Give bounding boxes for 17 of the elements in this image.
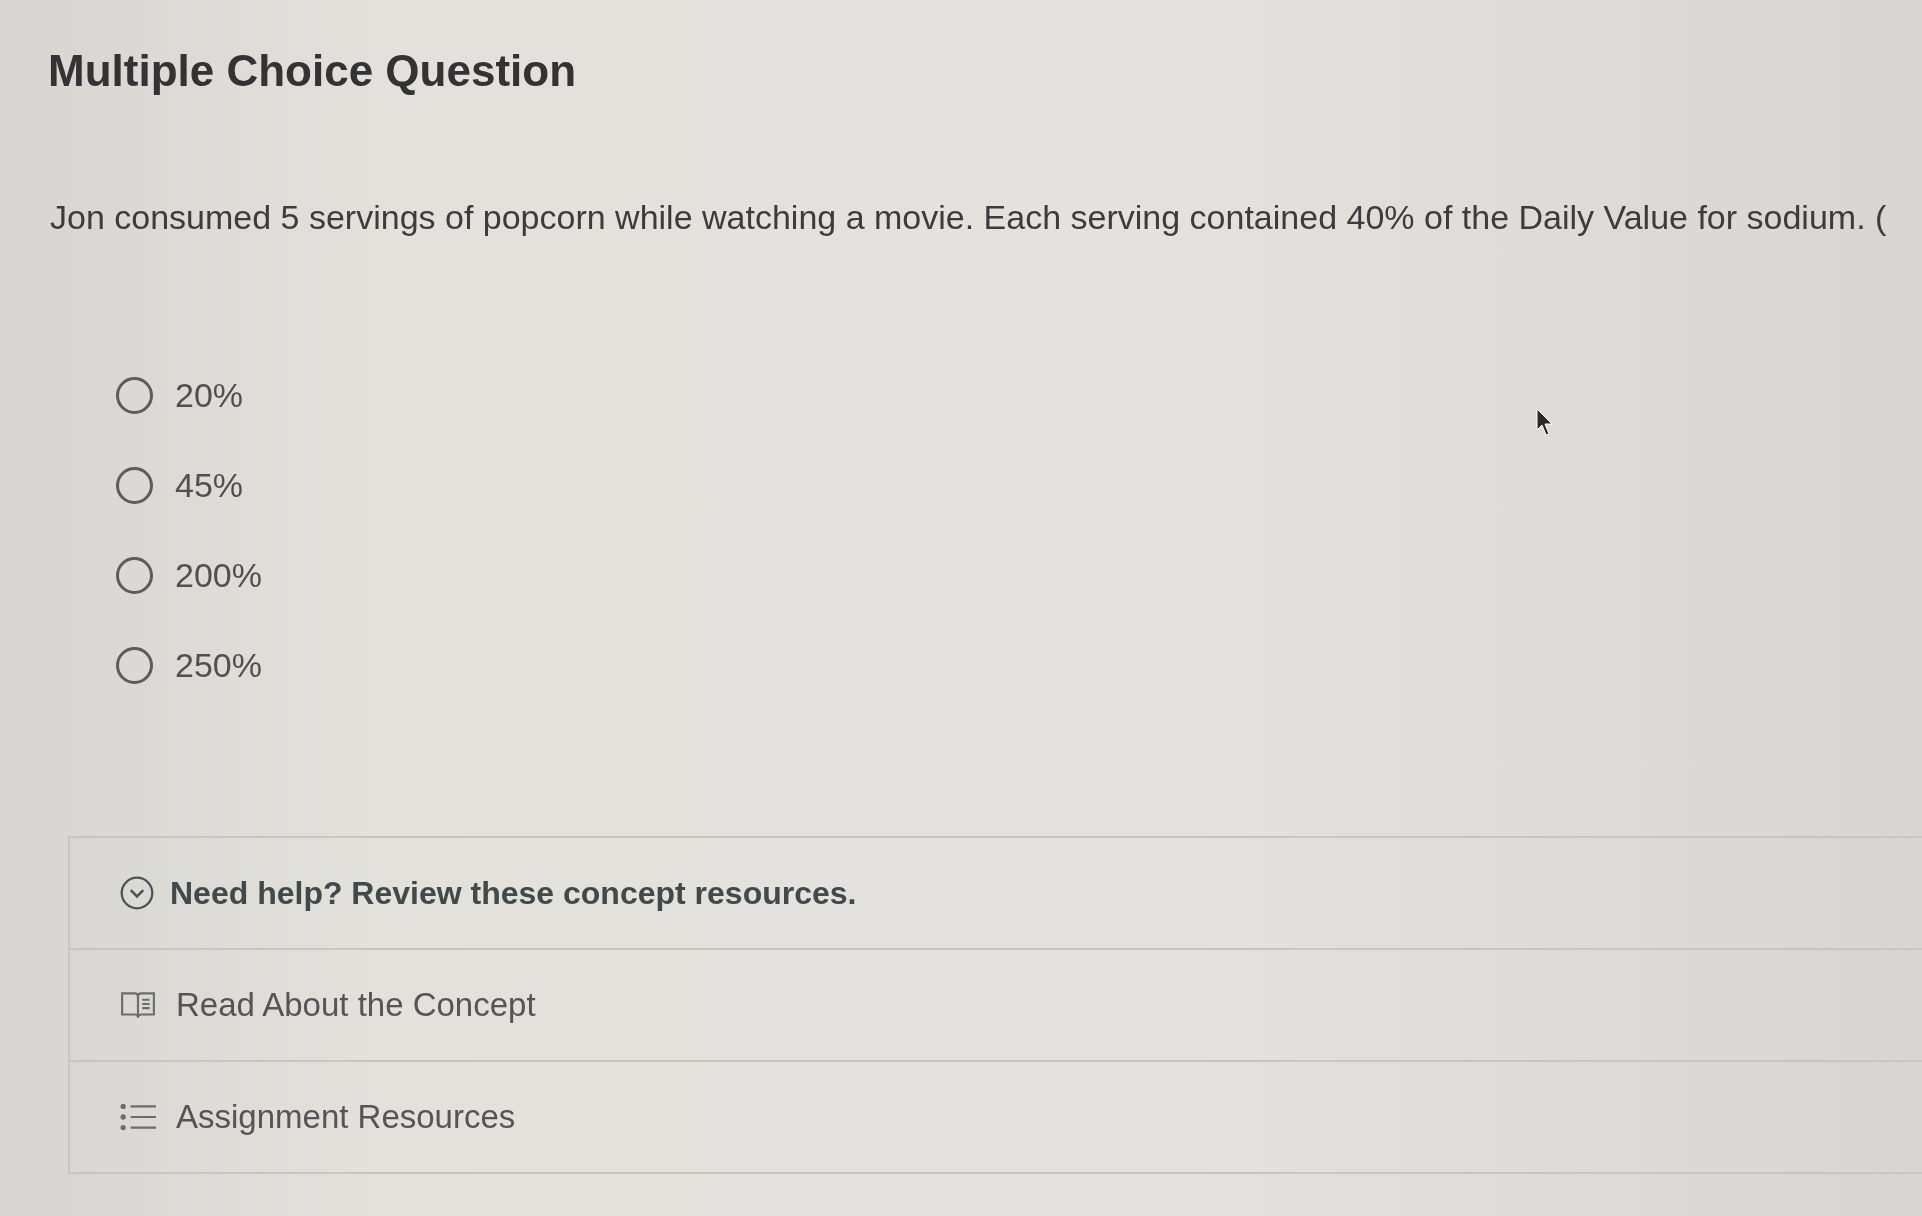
radio-button[interactable] xyxy=(116,466,153,504)
answer-option[interactable]: 200% xyxy=(175,554,262,596)
answer-option[interactable]: 45% xyxy=(175,464,244,506)
radio-button[interactable] xyxy=(116,646,153,684)
resource-link[interactable]: Read About the Concept xyxy=(120,986,536,1024)
answer-option[interactable]: 250% xyxy=(175,644,262,686)
answer-option[interactable]: 20% xyxy=(175,374,244,416)
question-text: Jon consumed 5 servings of popcorn while watching a movie. Each serving contained 40% of the Daily Value for sodium. ( xyxy=(50,197,1888,238)
mouse-pointer-icon xyxy=(1536,408,1554,436)
resource-link[interactable]: Assignment Resources xyxy=(120,1098,516,1136)
list-icon xyxy=(120,1103,156,1131)
chevron-circle-icon xyxy=(120,876,154,910)
question-type-title: Multiple Choice Question xyxy=(48,45,578,97)
radio-button[interactable] xyxy=(116,556,153,594)
book-icon xyxy=(120,990,156,1020)
radio-button[interactable] xyxy=(116,376,153,414)
help-toggle[interactable]: Need help? Review these concept resources. xyxy=(120,874,857,912)
